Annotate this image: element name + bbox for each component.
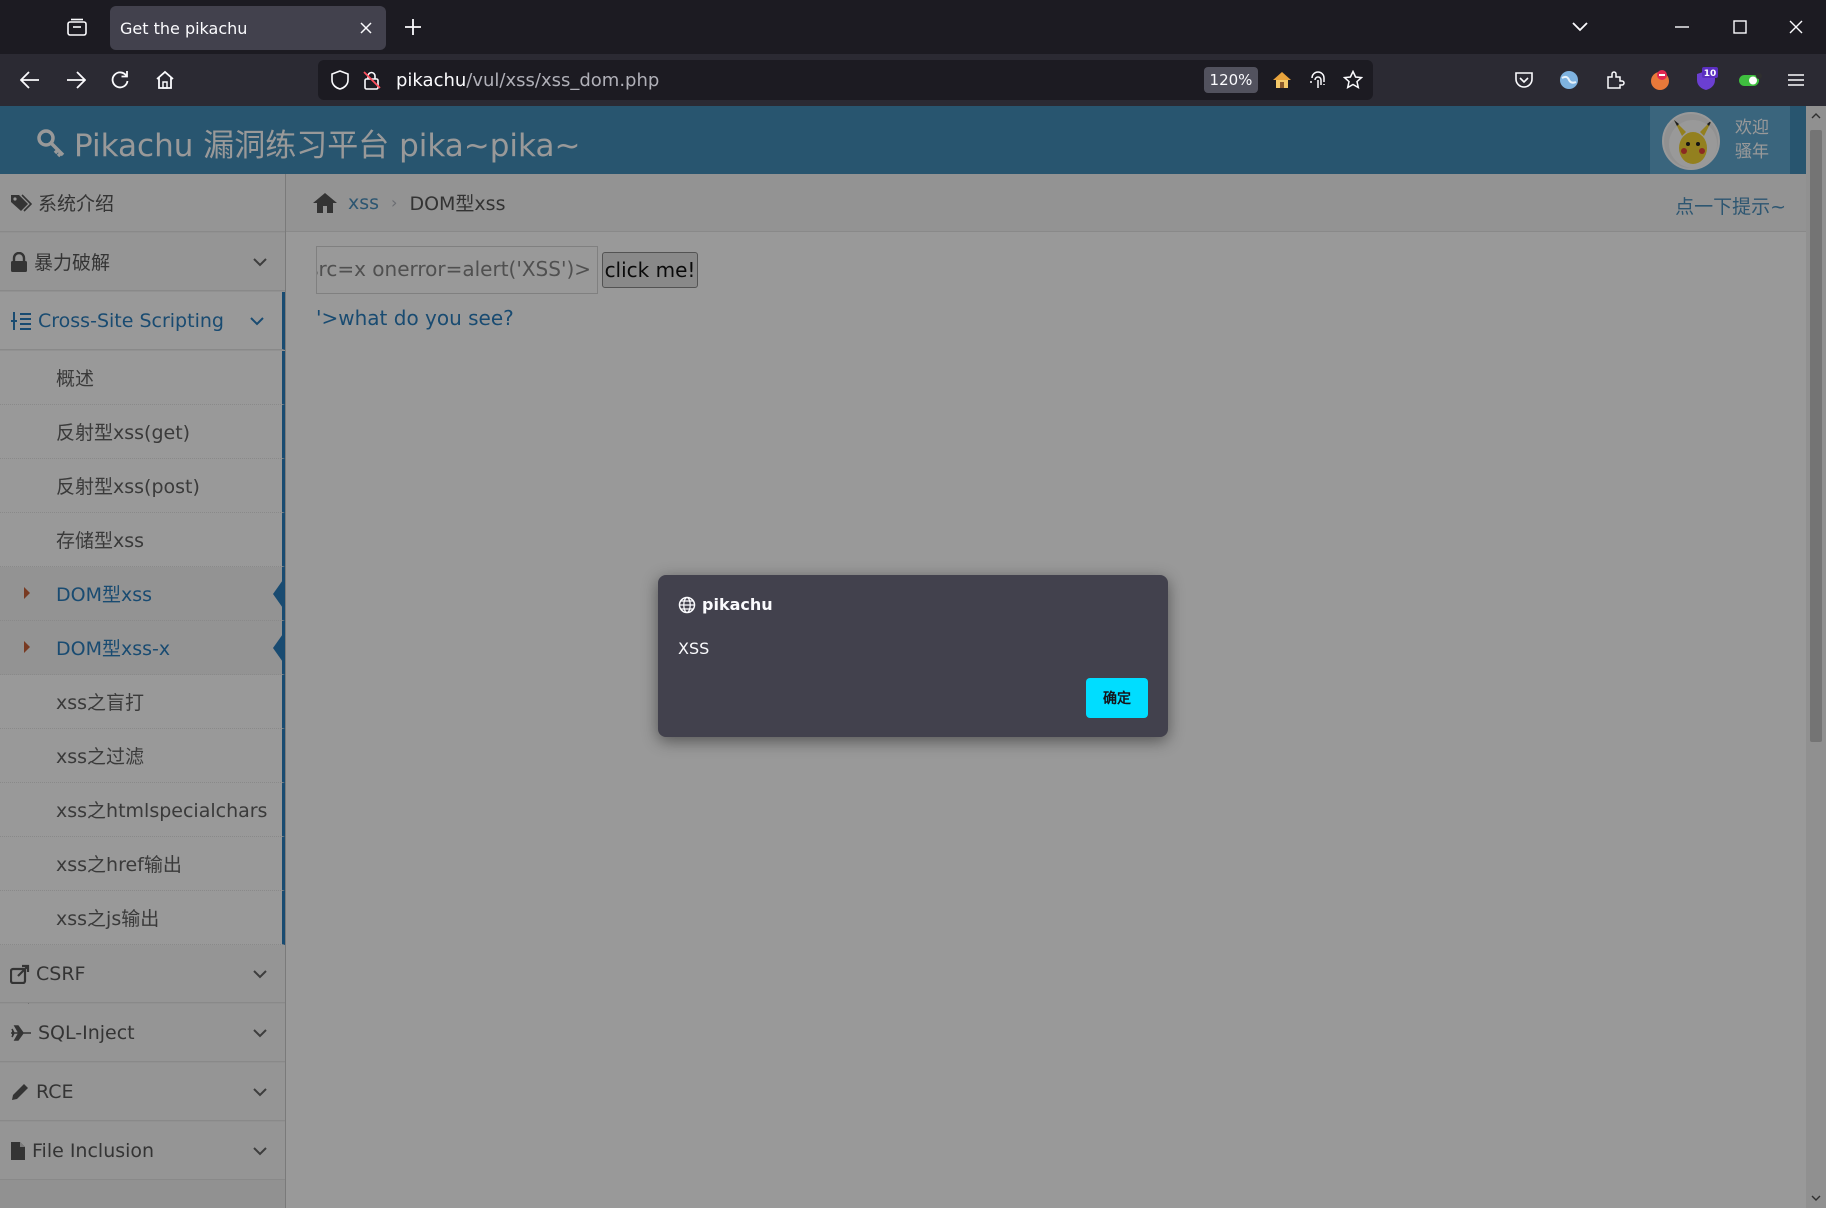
tab-title: Get the pikachu xyxy=(120,18,248,38)
house-extension-icon[interactable] xyxy=(1270,68,1294,92)
tab-bar: Get the pikachu xyxy=(0,0,1826,54)
home-icon[interactable] xyxy=(151,66,179,94)
tab-active[interactable]: Get the pikachu xyxy=(110,6,386,50)
address-bar[interactable]: pikachu/vul/xss/xss_dom.php 120% xyxy=(318,60,1373,100)
menu-hamburger-icon[interactable] xyxy=(1782,66,1810,94)
url-path: /vul/xss/xss_dom.php xyxy=(466,70,660,91)
bookmark-star-icon[interactable] xyxy=(1341,68,1365,92)
toggle-extension-icon[interactable] xyxy=(1737,66,1765,94)
zoom-level[interactable]: 120% xyxy=(1204,67,1258,93)
shield-icon[interactable] xyxy=(328,68,352,92)
navigation-toolbar: pikachu/vul/xss/xss_dom.php 120% 10 xyxy=(0,54,1826,106)
forward-icon[interactable] xyxy=(62,66,90,94)
pocket-icon[interactable] xyxy=(1510,66,1538,94)
tab-overview-icon[interactable] xyxy=(62,14,92,40)
tab-list-chevron-icon[interactable] xyxy=(1564,12,1596,42)
alert-dialog: pikachu XSS 确定 xyxy=(658,575,1168,737)
globe-icon xyxy=(678,596,696,613)
new-tab-icon[interactable] xyxy=(400,14,426,40)
shield-counter-extension-icon[interactable]: 10 xyxy=(1692,66,1720,94)
globe-extension-icon[interactable] xyxy=(1555,66,1583,94)
svg-text:10: 10 xyxy=(1704,69,1717,79)
alert-message: XSS xyxy=(678,639,710,658)
alert-origin: pikachu xyxy=(702,595,773,614)
alert-ok-button[interactable]: 确定 xyxy=(1086,678,1148,718)
extensions-puzzle-icon[interactable] xyxy=(1601,66,1629,94)
insecure-lock-icon[interactable] xyxy=(360,68,384,92)
url-text: pikachu/vul/xss/xss_dom.php xyxy=(396,70,659,91)
reload-icon[interactable] xyxy=(106,66,134,94)
close-window-icon[interactable] xyxy=(1780,12,1812,42)
back-icon[interactable] xyxy=(16,66,44,94)
url-host: pikachu xyxy=(396,70,467,91)
fingerprint-icon[interactable] xyxy=(1306,68,1330,92)
alert-header: pikachu xyxy=(678,595,773,614)
browser-window: Get the pikachu pikachu/vul/xss/xss_dom.… xyxy=(0,0,1826,1208)
close-tab-icon[interactable] xyxy=(356,18,376,38)
fox-extension-icon[interactable] xyxy=(1646,66,1674,94)
minimize-icon[interactable] xyxy=(1666,12,1698,42)
maximize-icon[interactable] xyxy=(1724,12,1756,42)
